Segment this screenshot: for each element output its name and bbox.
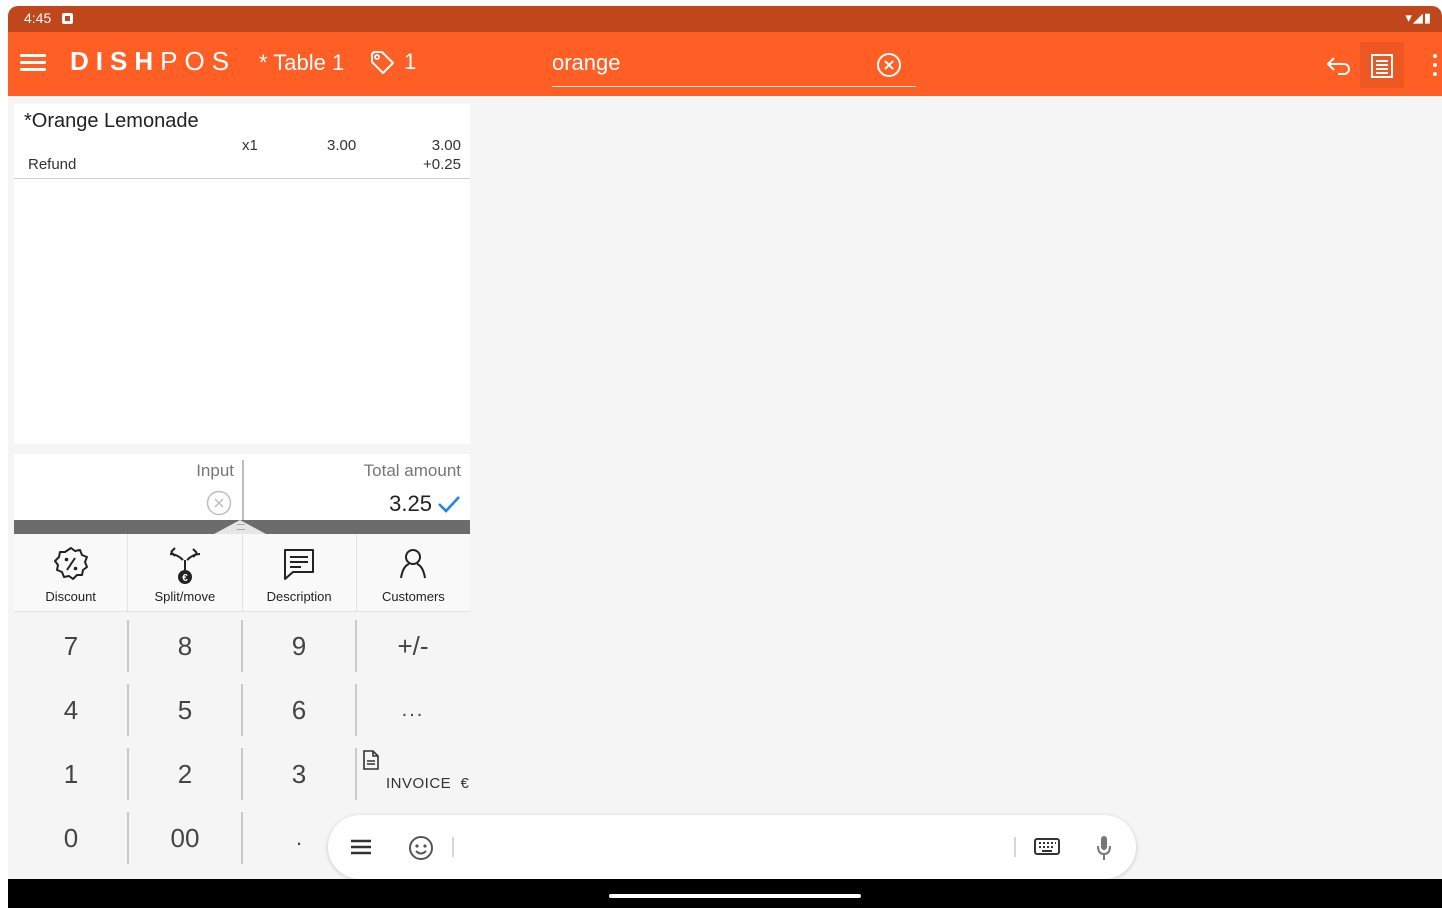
dishpos-logo: DISHPOS: [70, 46, 236, 77]
microphone-icon[interactable]: [1096, 835, 1112, 861]
search-bar: [552, 44, 916, 87]
discount-icon: [53, 547, 88, 580]
status-time: 4:45: [24, 10, 52, 26]
clear-search-icon[interactable]: [876, 52, 902, 78]
keyboard-icon[interactable]: [1034, 837, 1060, 857]
invoice-label: INVOICE: [386, 775, 452, 792]
key-2[interactable]: 2: [128, 742, 242, 806]
amount-display: Input Total amount 3.25: [14, 454, 470, 520]
status-bar: 4:45 ▾◢▮: [8, 6, 1442, 32]
home-gesture-handle[interactable]: [609, 894, 861, 898]
logo-bold: DISH: [70, 46, 161, 76]
action-label: Split/move: [154, 589, 216, 604]
notification-icon: [62, 13, 73, 24]
action-label: Description: [266, 589, 332, 604]
key-1[interactable]: 1: [14, 742, 128, 806]
clear-input-icon[interactable]: [206, 490, 232, 516]
grip-icon: [237, 524, 245, 530]
key-7[interactable]: 7: [14, 614, 128, 678]
total-amount-value: 3.25: [389, 491, 432, 516]
item-unit-price: 3.00: [327, 137, 357, 154]
table-title[interactable]: * Table 1: [259, 50, 344, 76]
system-status-icons: ▾◢▮: [1405, 10, 1432, 25]
key-5[interactable]: 5: [128, 678, 242, 742]
navigation-bar: [8, 879, 1442, 908]
hamburger-icon: [20, 54, 46, 57]
amount-divider: [242, 460, 244, 520]
action-label: Customers: [381, 589, 445, 604]
split-move-icon: €: [169, 547, 200, 584]
invoice-button[interactable]: INVOICE €: [356, 742, 470, 806]
key-00[interactable]: 00: [128, 806, 242, 870]
action-label: Discount: [45, 589, 96, 604]
item-modifier: Refund: [28, 156, 77, 173]
order-line-item[interactable]: *Orange Lemonade x1 3.00 3.00 Refund +0.…: [14, 104, 470, 179]
confirm-check-icon[interactable]: [437, 494, 461, 514]
description-button[interactable]: Description: [242, 534, 357, 612]
tag-icon: [371, 51, 394, 74]
menu-button[interactable]: [20, 52, 46, 74]
search-input[interactable]: [552, 48, 862, 78]
split-move-button[interactable]: € Split/move: [128, 534, 243, 612]
receipt-icon: [1371, 54, 1393, 78]
keyboard-toolbar: [328, 815, 1136, 879]
key-4[interactable]: 4: [14, 678, 128, 742]
document-icon: [363, 750, 379, 770]
overflow-menu-icon[interactable]: [1431, 54, 1439, 76]
item-modifier-price: +0.25: [423, 156, 461, 173]
tag-button[interactable]: 1: [368, 48, 416, 76]
svg-text:€: €: [182, 573, 188, 584]
total-amount-label: Total amount: [363, 461, 461, 480]
item-name: *Orange Lemonade: [24, 110, 199, 132]
currency-symbol: €: [460, 775, 470, 792]
panel-resize-handle[interactable]: [14, 520, 470, 534]
key-plus-minus[interactable]: +/-: [356, 614, 470, 678]
item-total: 3.00: [431, 137, 461, 154]
item-quantity: x1: [242, 137, 258, 154]
logo-light: POS: [160, 46, 237, 76]
device-screen: 4:45 ▾◢▮ DISHPOS * Table 1 1 orange *Ora…: [8, 6, 1442, 908]
key-9[interactable]: 9: [242, 614, 356, 678]
key-3[interactable]: 3: [242, 742, 356, 806]
order-list: *Orange Lemonade x1 3.00 3.00 Refund +0.…: [14, 104, 470, 444]
key-more[interactable]: ...: [356, 678, 470, 742]
discount-button[interactable]: Discount: [14, 534, 129, 612]
input-label: Input: [196, 461, 234, 480]
app-bar: DISHPOS * Table 1 1: [8, 32, 1442, 96]
key-8[interactable]: 8: [128, 614, 242, 678]
customer-icon: [400, 549, 427, 579]
action-bar: Discount € Split/move Description Custom…: [14, 534, 470, 612]
customers-button[interactable]: Customers: [356, 534, 470, 612]
receipt-view-button[interactable]: [1360, 42, 1404, 88]
tag-count: 1: [404, 49, 417, 74]
key-6[interactable]: 6: [242, 678, 356, 742]
emoji-icon[interactable]: [408, 835, 434, 861]
description-icon: [284, 549, 315, 580]
undo-icon[interactable]: [1326, 54, 1352, 76]
key-0[interactable]: 0: [14, 806, 128, 870]
keyboard-menu-icon[interactable]: [350, 839, 372, 855]
